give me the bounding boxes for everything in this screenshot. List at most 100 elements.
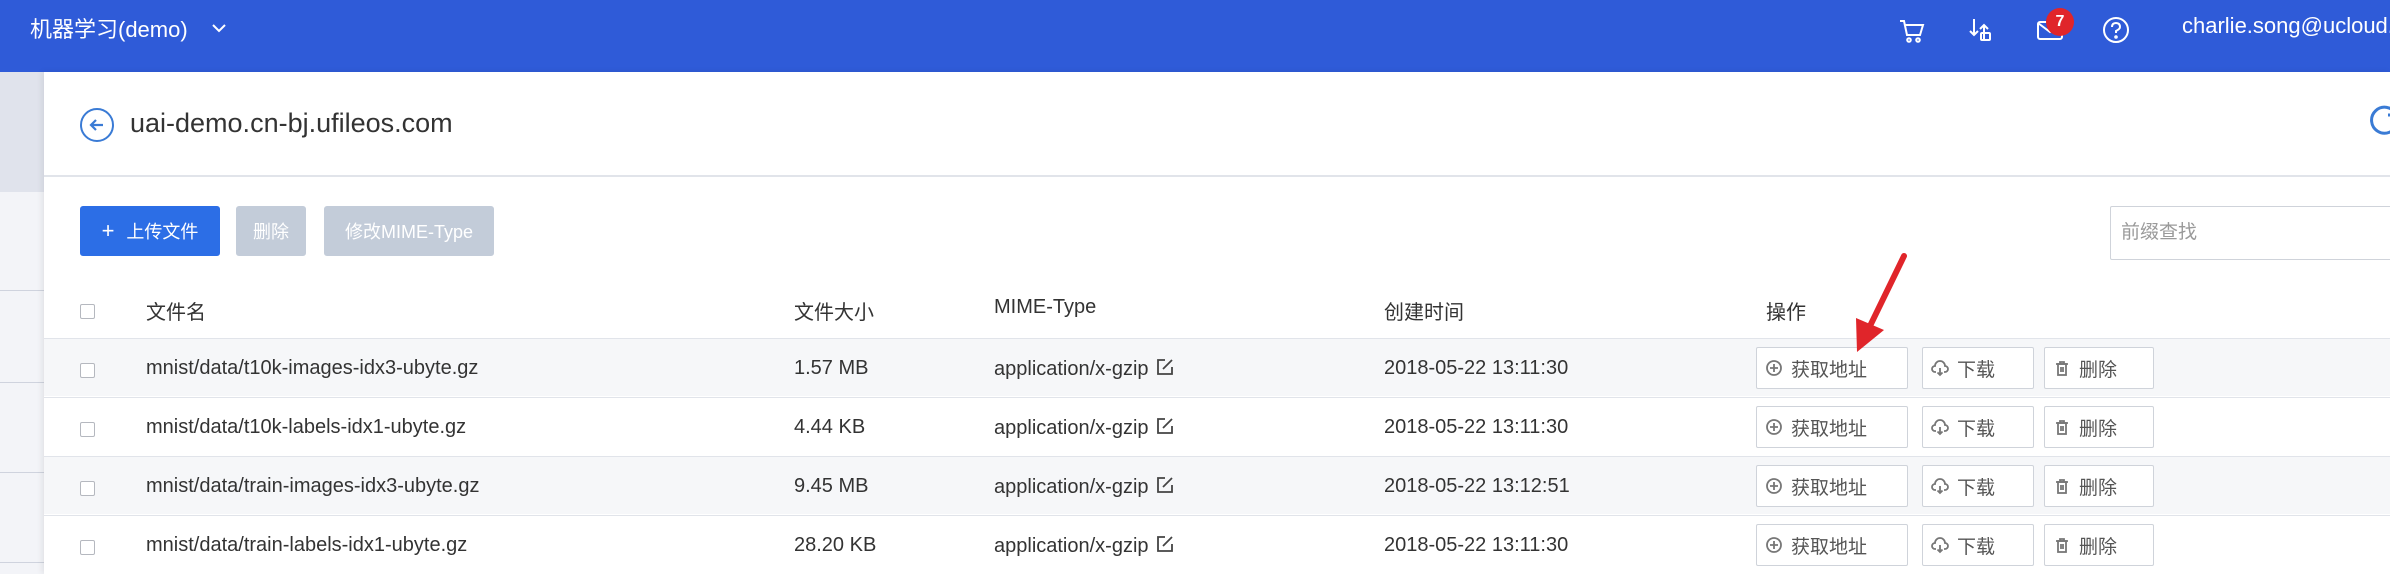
get-url-button[interactable]: 获取地址	[1756, 347, 1908, 389]
get-url-button[interactable]: 获取地址	[1756, 465, 1908, 507]
cloud-download-icon	[1931, 478, 1949, 495]
cart-icon[interactable]	[1896, 14, 1928, 46]
sidebar-divider	[0, 290, 44, 291]
mime-type: application/x-gzip	[994, 475, 1175, 499]
modify-mime-button[interactable]: 修改MIME-Type	[324, 206, 494, 256]
delete-button[interactable]: 删除	[2044, 465, 2154, 507]
mime-type-value: application/x-gzip	[994, 476, 1149, 498]
get-url-button[interactable]: 获取地址	[1756, 524, 1908, 566]
row-checkbox[interactable]	[80, 481, 95, 496]
project-selector[interactable]: 机器学习(demo)	[30, 12, 228, 44]
edit-icon[interactable]	[1155, 357, 1175, 377]
chevron-down-icon	[211, 24, 226, 33]
select-all-checkbox[interactable]	[80, 304, 95, 319]
edit-icon[interactable]	[1155, 416, 1175, 436]
cloud-download-icon	[1931, 537, 1949, 554]
delete-label: 删除	[2079, 418, 2118, 440]
delete-label: 删除	[2079, 359, 2118, 381]
sidebar-divider	[0, 472, 44, 473]
plus-icon: +	[101, 218, 115, 243]
get-url-button[interactable]: 获取地址	[1756, 406, 1908, 448]
download-button[interactable]: 下载	[1922, 465, 2034, 507]
sidebar	[0, 72, 44, 574]
edit-icon[interactable]	[1155, 475, 1175, 495]
mime-type-value: application/x-gzip	[994, 417, 1149, 439]
table-row: mnist/data/train-labels-idx1-ubyte.gz 28.…	[44, 515, 2390, 573]
file-size: 4.44 KB	[794, 416, 866, 438]
trash-icon	[2056, 538, 2068, 553]
download-button[interactable]: 下载	[1922, 524, 2034, 566]
row-checkbox[interactable]	[80, 422, 95, 437]
refresh-icon	[2370, 105, 2390, 135]
upload-file-button[interactable]: + 上传文件	[80, 206, 220, 256]
transfer-icon[interactable]	[1964, 14, 1996, 46]
column-header-filename[interactable]: 文件名	[146, 296, 206, 325]
sidebar-divider	[0, 382, 44, 383]
get-url-label: 获取地址	[1791, 536, 1868, 558]
column-header-created[interactable]: 创建时间	[1384, 296, 1464, 325]
table-row: mnist/data/t10k-images-idx3-ubyte.gz 1.57…	[44, 338, 2390, 396]
top-nav-bar: 机器学习(demo) 7 charlie.song@ucloud.cn	[0, 0, 2390, 72]
sidebar-item-active[interactable]	[0, 72, 44, 192]
mime-type-value: application/x-gzip	[994, 535, 1149, 557]
cloud-download-icon	[1931, 360, 1949, 377]
created-time: 2018-05-22 13:11:30	[1384, 357, 1569, 379]
row-checkbox[interactable]	[80, 540, 95, 555]
user-account-menu[interactable]: charlie.song@ucloud.cn	[2182, 13, 2390, 39]
arrow-left-icon	[89, 119, 103, 131]
created-time: 2018-05-22 13:11:30	[1384, 534, 1569, 556]
file-name: mnist/data/train-images-idx3-ubyte.gz	[146, 475, 480, 497]
delete-label: 删除	[2079, 477, 2118, 499]
trash-icon	[2056, 420, 2068, 435]
get-url-label: 获取地址	[1791, 477, 1868, 499]
batch-delete-button[interactable]: 删除	[236, 206, 306, 256]
plus-circle-icon	[1766, 537, 1782, 553]
delete-button[interactable]: 删除	[2044, 524, 2154, 566]
modify-mime-label: 修改MIME-Type	[344, 222, 473, 242]
plus-circle-icon	[1766, 478, 1782, 494]
prefix-search-input[interactable]	[2110, 206, 2390, 260]
get-url-label: 获取地址	[1791, 418, 1868, 440]
edit-icon[interactable]	[1155, 534, 1175, 554]
plus-circle-icon	[1766, 419, 1782, 435]
mime-type: application/x-gzip	[994, 416, 1175, 440]
column-header-size[interactable]: 文件大小	[794, 296, 874, 325]
mime-type: application/x-gzip	[994, 357, 1175, 381]
message-count-badge: 7	[2046, 8, 2074, 36]
sidebar-divider	[0, 562, 44, 563]
upload-file-label: 上传文件	[126, 222, 199, 242]
row-checkbox[interactable]	[80, 363, 95, 378]
file-name: mnist/data/t10k-images-idx3-ubyte.gz	[146, 357, 479, 379]
created-time: 2018-05-22 13:12:51	[1384, 475, 1570, 497]
table-row: mnist/data/t10k-labels-idx1-ubyte.gz 4.44…	[44, 397, 2390, 455]
project-name: 机器学习(demo)	[30, 17, 188, 42]
file-name: mnist/data/train-labels-idx1-ubyte.gz	[146, 534, 468, 556]
mime-type-value: application/x-gzip	[994, 358, 1149, 380]
download-button[interactable]: 下载	[1922, 406, 2034, 448]
page-title: uai-demo.cn-bj.ufileos.com	[130, 108, 453, 138]
file-size: 9.45 MB	[794, 475, 869, 497]
download-label: 下载	[1957, 536, 1996, 558]
get-url-label: 获取地址	[1791, 359, 1868, 381]
help-icon[interactable]	[2100, 14, 2132, 46]
batch-delete-label: 删除	[253, 222, 289, 242]
download-label: 下载	[1957, 477, 1996, 499]
file-size: 1.57 MB	[794, 357, 869, 379]
plus-circle-icon	[1766, 360, 1782, 376]
download-label: 下载	[1957, 359, 1996, 381]
file-size: 28.20 KB	[794, 534, 877, 556]
download-button[interactable]: 下载	[1922, 347, 2034, 389]
download-label: 下载	[1957, 418, 1996, 440]
panel-header: uai-demo.cn-bj.ufileos.com	[44, 72, 2390, 177]
column-header-mime[interactable]: MIME-Type	[994, 296, 1096, 319]
delete-button[interactable]: 删除	[2044, 347, 2154, 389]
file-name: mnist/data/t10k-labels-idx1-ubyte.gz	[146, 416, 467, 438]
cloud-download-icon	[1931, 419, 1949, 436]
back-button[interactable]	[80, 108, 114, 142]
delete-label: 删除	[2079, 536, 2118, 558]
trash-icon	[2056, 479, 2068, 494]
trash-icon	[2056, 361, 2068, 376]
mime-type: application/x-gzip	[994, 534, 1175, 558]
refresh-button[interactable]	[2366, 102, 2390, 142]
delete-button[interactable]: 删除	[2044, 406, 2154, 448]
